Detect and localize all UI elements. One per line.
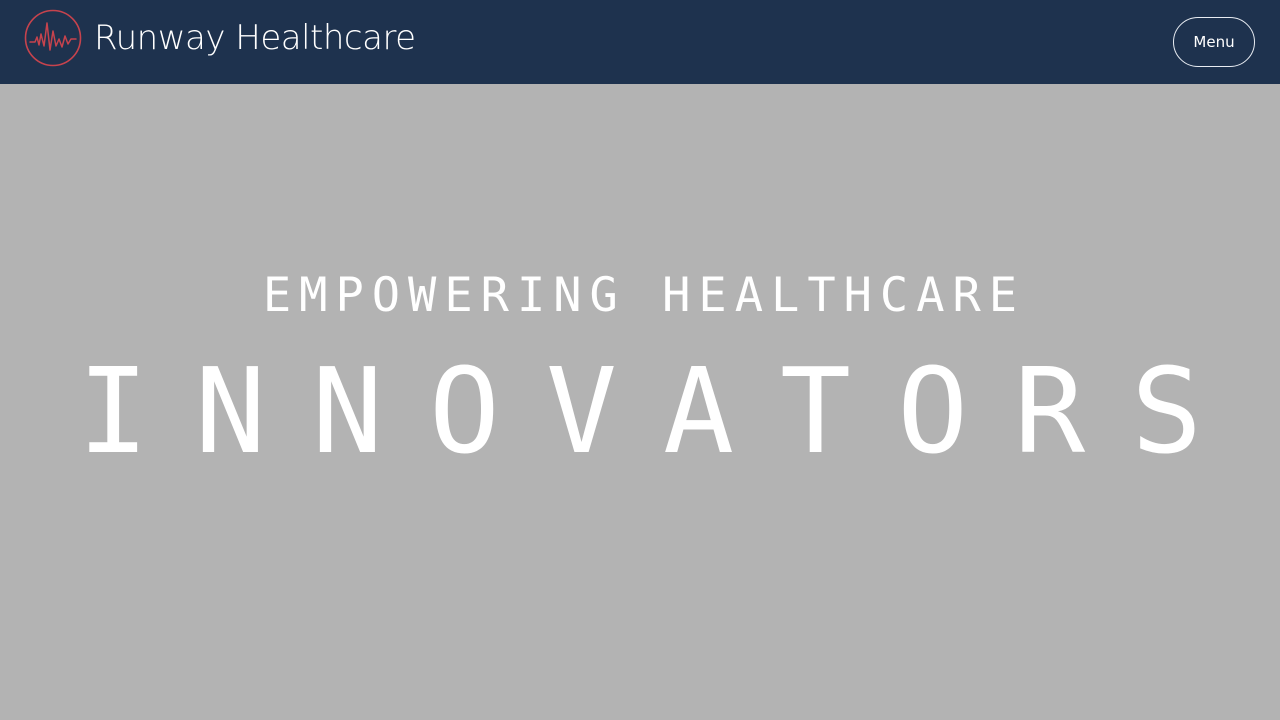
brand-home-link[interactable]: Runway Healthcare	[24, 9, 416, 67]
brand-name: Runway Healthcare	[94, 18, 416, 58]
hero-kicker: EMPOWERING HEALTHCARE	[262, 268, 1026, 323]
page: Runway Healthcare Menu EMPOWERING HEALTH…	[0, 0, 1280, 720]
site-header: Runway Healthcare Menu	[0, 0, 1280, 84]
menu-button[interactable]: Menu	[1173, 17, 1255, 67]
hero-title: INNOVATORS	[77, 342, 1249, 480]
heartbeat-circle-icon	[24, 9, 82, 67]
hero-section: EMPOWERING HEALTHCARE INNOVATORS	[0, 84, 1280, 720]
